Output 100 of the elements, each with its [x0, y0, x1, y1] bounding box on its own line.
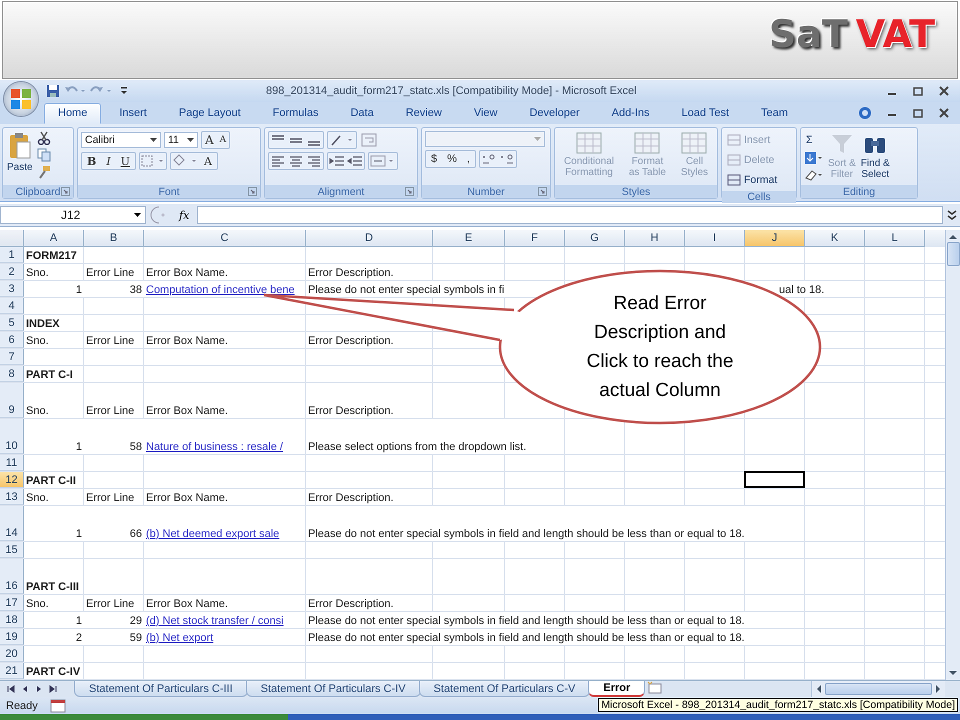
horizontal-scrollbar[interactable] [811, 681, 945, 697]
row-header[interactable]: 16 [0, 559, 24, 594]
last-sheet-icon[interactable] [48, 684, 58, 694]
restore-icon[interactable] [912, 85, 924, 97]
column-header[interactable]: A [24, 230, 84, 247]
row-header[interactable]: 10 [0, 419, 24, 454]
row-header[interactable]: 12 [0, 472, 24, 488]
autosum-button[interactable]: Σ [804, 131, 824, 148]
ribbon-tab[interactable]: Data [336, 103, 388, 124]
scroll-down-icon[interactable] [948, 670, 958, 676]
sheet-tab[interactable]: Statement Of Particulars C-V [418, 681, 590, 697]
row-header[interactable]: 13 [0, 489, 24, 505]
copy-icon[interactable] [36, 148, 51, 162]
name-box[interactable]: J12 [0, 206, 146, 224]
fill-color-icon[interactable] [170, 154, 199, 168]
formula-input[interactable] [197, 206, 943, 224]
row-header[interactable]: 4 [0, 298, 24, 314]
dialog-launcher-icon[interactable] [61, 187, 70, 196]
row-header[interactable]: 14 [0, 506, 24, 541]
ribbon-tab[interactable]: View [460, 103, 512, 124]
align-icon[interactable] [305, 154, 323, 168]
row-header[interactable]: 6 [0, 332, 24, 348]
align-icon[interactable] [269, 154, 287, 168]
close-icon[interactable] [938, 85, 950, 97]
column-header[interactable]: B [84, 230, 144, 247]
save-icon[interactable] [46, 84, 60, 98]
font-name-dropdown[interactable]: Calibri [81, 132, 161, 148]
cells-button[interactable]: Format [725, 171, 780, 188]
restore-icon[interactable] [912, 107, 924, 119]
dialog-launcher-icon[interactable] [248, 187, 257, 196]
shrink-font-button[interactable]: A [216, 135, 230, 145]
ribbon-tab[interactable]: Developer [515, 103, 594, 124]
column-header[interactable]: H [625, 230, 685, 247]
row-header[interactable]: 17 [0, 595, 24, 611]
insert-function-button[interactable]: fx [174, 208, 194, 222]
row-header[interactable]: 1 [0, 247, 24, 263]
vertical-scrollbar[interactable] [945, 230, 960, 680]
ribbon-tab[interactable]: Formulas [258, 103, 332, 124]
number-format-button[interactable]: $ [426, 153, 442, 165]
number-format-button[interactable]: , [462, 153, 475, 165]
expand-icon[interactable] [946, 208, 958, 222]
selected-cell[interactable] [744, 471, 805, 488]
scroll-left-icon[interactable] [816, 684, 822, 694]
brush-icon[interactable] [36, 165, 51, 179]
column-header[interactable]: K [805, 230, 865, 247]
column-header[interactable]: J [745, 230, 805, 247]
scrollbar-thumb[interactable] [946, 242, 960, 266]
row-header[interactable]: 18 [0, 612, 24, 628]
first-sheet-icon[interactable] [6, 684, 16, 694]
column-header[interactable]: L [865, 230, 925, 247]
scrollbar-thumb[interactable] [825, 683, 932, 695]
ribbon-tab[interactable]: Review [392, 103, 456, 124]
row-header[interactable]: 7 [0, 349, 24, 365]
column-header[interactable]: E [433, 230, 505, 247]
bold-button[interactable]: B [82, 154, 102, 168]
row-header[interactable]: 8 [0, 366, 24, 382]
sheet-tab[interactable]: Error [588, 681, 646, 697]
dialog-launcher-icon[interactable] [538, 187, 547, 196]
sheet-tab[interactable]: Statement Of Particulars C-III [74, 681, 248, 697]
ribbon-tab[interactable]: Insert [105, 103, 161, 124]
ribbon-tab[interactable]: Team [747, 103, 802, 124]
help-icon[interactable] [858, 106, 872, 120]
column-header[interactable]: I [685, 230, 745, 247]
column-header[interactable]: C [144, 230, 306, 247]
indent-icon[interactable] [346, 154, 364, 168]
align-icon[interactable] [287, 154, 305, 168]
find-select-button[interactable]: Find & Select [860, 131, 891, 181]
indent-icon[interactable] [328, 154, 346, 168]
row-header[interactable]: 9 [0, 383, 24, 418]
row-header[interactable]: 21 [0, 663, 24, 679]
sheet-tab[interactable]: Statement Of Particulars C-IV [246, 681, 421, 697]
column-header[interactable]: D [306, 230, 433, 247]
paste-button[interactable]: Paste [6, 131, 34, 174]
row-header[interactable]: 19 [0, 629, 24, 645]
ribbon-tab[interactable]: Page Layout [164, 103, 255, 124]
scroll-up-icon[interactable] [948, 234, 958, 240]
italic-button[interactable]: I [101, 154, 116, 168]
scroll-right-icon[interactable] [935, 684, 941, 694]
row-header[interactable]: 3 [0, 281, 24, 297]
ribbon-tab[interactable]: Home [44, 103, 102, 124]
row-header[interactable]: 2 [0, 264, 24, 280]
macro-record-icon[interactable] [50, 698, 66, 712]
eraser-icon[interactable] [804, 168, 824, 182]
ribbon-tab[interactable]: Add-Ins [598, 103, 664, 124]
column-header[interactable]: G [565, 230, 625, 247]
font-size-dropdown[interactable]: 11 [164, 132, 198, 148]
underline-button[interactable]: U [116, 154, 135, 168]
row-header[interactable]: 15 [0, 542, 24, 558]
column-header[interactable]: F [505, 230, 565, 247]
customize-toolbar-icon[interactable] [120, 86, 128, 96]
grow-font-button[interactable]: A [202, 133, 217, 147]
close-icon[interactable] [938, 107, 950, 119]
row-header[interactable]: 11 [0, 455, 24, 471]
row-header[interactable]: 20 [0, 646, 24, 662]
ribbon-tab[interactable]: Load Test [668, 103, 744, 124]
scissors-icon[interactable] [36, 131, 51, 145]
number-format-button[interactable]: % [442, 153, 462, 165]
fill-down-icon[interactable] [804, 151, 824, 165]
border-icon[interactable] [140, 154, 166, 168]
dialog-launcher-icon[interactable] [405, 187, 414, 196]
